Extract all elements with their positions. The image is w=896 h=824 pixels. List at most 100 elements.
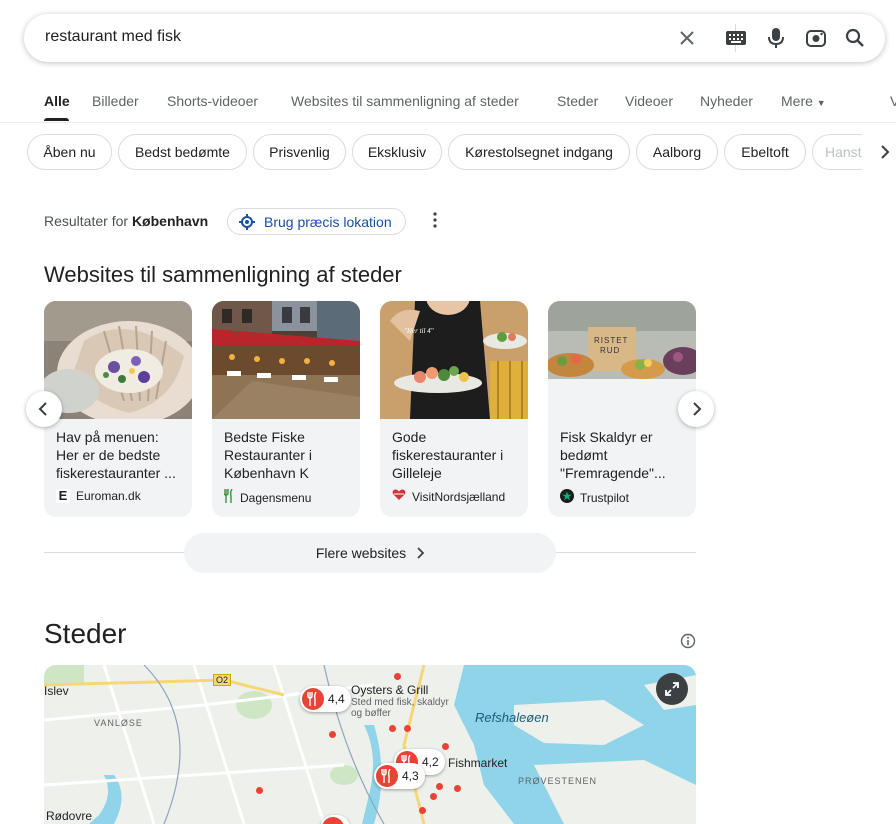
places-section-title: Steder <box>44 618 127 649</box>
map-label-islev: Islev <box>44 684 69 698</box>
card-image-waiter: "Her til 4" <box>380 301 528 419</box>
tab-videoer[interactable]: Videoer <box>625 93 673 109</box>
chevron-right-icon <box>693 402 702 416</box>
search-icon[interactable] <box>843 26 867 50</box>
chip-best-rated[interactable]: Bedst bedømte <box>118 134 247 170</box>
map-dot <box>454 785 461 792</box>
more-options-icon[interactable] <box>428 211 442 229</box>
card-title: Bedste Fiske Restauranter i København K <box>224 429 312 481</box>
fork-knife-favicon-icon <box>223 488 234 506</box>
svg-text:"Her til 4": "Her til 4" <box>404 327 434 335</box>
map-pin-oysters-grill[interactable]: 4,4 <box>300 686 351 712</box>
card-image-terrace <box>212 301 360 419</box>
chevron-right-icon <box>417 547 425 559</box>
card-title: Fisk Skaldyr er bedømt "Fremragende"... <box>560 429 666 481</box>
restaurant-pin-icon <box>302 688 324 710</box>
map-label-vanlose: VANLØSE <box>94 718 143 728</box>
carousel-prev-button[interactable] <box>26 391 62 427</box>
website-card-dagensmenu[interactable]: Bedste Fiske Restauranter i København K … <box>212 301 360 517</box>
map-pin-restaurant[interactable]: 4,3 <box>374 763 425 789</box>
results-city: København <box>131 213 209 229</box>
websites-section-title: Websites til sammenligning af steder <box>44 262 402 287</box>
tab-websites[interactable]: Websites til sammenligning af steder <box>291 93 519 109</box>
map-dot <box>329 731 336 738</box>
chip-hanst[interactable]: Hanst <box>812 134 862 170</box>
chip-open-now[interactable]: Åben nu <box>27 134 112 170</box>
card-title: Hav på menuen: Her er de bedste fiskeres… <box>56 429 176 481</box>
card-source: Trustpilot <box>560 489 629 506</box>
card-source-name: Trustpilot <box>580 490 629 505</box>
map-dot <box>404 725 411 732</box>
card-source: Dagensmenu <box>223 488 312 506</box>
svg-text:RUD: RUD <box>600 346 620 355</box>
heart-favicon-icon <box>392 489 406 504</box>
results-prefix: Resultater for <box>44 213 129 229</box>
pin-description: Sted med fisk, skaldyr og bøffer <box>351 697 449 719</box>
tab-nyheder[interactable]: Nyheder <box>700 93 753 109</box>
search-tabs: Alle Billeder Shorts-videoer Websites ti… <box>0 80 896 123</box>
expand-icon <box>665 682 679 696</box>
pin-label-fishmarket: Fishmarket <box>448 756 508 770</box>
clear-icon[interactable] <box>675 26 699 50</box>
search-input[interactable]: restaurant med fisk <box>45 28 181 46</box>
chip-aalborg[interactable]: Aalborg <box>636 134 718 170</box>
tab-v[interactable]: V <box>890 93 896 109</box>
chip-budget[interactable]: Prisvenlig <box>253 134 346 170</box>
tab-steder[interactable]: Steder <box>557 93 598 109</box>
card-source-name: Euroman.dk <box>76 489 141 503</box>
map-dot <box>419 807 426 814</box>
lens-icon[interactable] <box>804 26 828 50</box>
route-shield: O2 <box>213 674 231 686</box>
restaurant-pin-icon <box>322 817 344 824</box>
website-card-visitnordsjaelland[interactable]: "Her til 4" Gode fiskerestauranter i Gil… <box>380 301 528 517</box>
carousel-next-button[interactable] <box>678 391 714 427</box>
map-dot <box>430 793 437 800</box>
caret-down-icon: ▼ <box>816 98 826 108</box>
chip-ebeltoft[interactable]: Ebeltoft <box>724 134 806 170</box>
pin-rating: 4,3 <box>402 769 419 783</box>
search-box[interactable]: restaurant med fisk <box>24 14 885 62</box>
active-tab-indicator <box>44 118 69 121</box>
pin-rating: 4,2 <box>422 755 439 769</box>
map-label-provestenen: PRØVESTENEN <box>518 776 598 786</box>
map-dot <box>389 725 396 732</box>
chip-exclusive[interactable]: Eksklusiv <box>352 134 442 170</box>
map-expand-button[interactable] <box>656 673 688 705</box>
precise-location-button[interactable]: Brug præcis lokation <box>227 208 406 235</box>
card-image-food-box: RISTET RUD <box>548 301 696 419</box>
pin-label-oysters-grill: Oysters & Grill Sted med fisk, skaldyr o… <box>351 684 451 719</box>
map-label-refshaleoen: Refshaleøen <box>475 710 549 725</box>
tab-mere[interactable]: Mere ▼ <box>781 93 826 109</box>
chip-wheelchair[interactable]: Kørestolsegnet indgang <box>448 134 630 170</box>
website-card-trustpilot[interactable]: RISTET RUD Fisk Skaldyr er bedømt "Fremr… <box>548 301 696 517</box>
chips-next-icon[interactable] <box>878 144 892 160</box>
map-label-rodovre: Rødovre <box>46 809 93 823</box>
restaurant-pin-icon <box>376 765 398 787</box>
card-source-name: VisitNordsjælland <box>412 489 506 504</box>
card-title: Gode fiskerestauranter i Gilleleje <box>392 429 504 481</box>
card-image-scallop <box>44 301 192 425</box>
keyboard-icon[interactable] <box>724 26 748 50</box>
places-map[interactable]: Islev VANLØSE Rødovre Refshaleøen PRØVES… <box>44 665 696 824</box>
precise-location-label: Brug præcis lokation <box>264 213 392 230</box>
trustpilot-favicon-icon <box>560 489 574 506</box>
card-source-name: Dagensmenu <box>240 490 312 505</box>
map-dot <box>394 673 401 680</box>
tab-billeder[interactable]: Billeder <box>92 93 139 109</box>
microphone-icon[interactable] <box>764 26 788 50</box>
more-websites-button[interactable]: Flere websites <box>184 533 556 573</box>
card-source: E Euroman.dk <box>56 489 141 503</box>
tab-alle[interactable]: Alle <box>44 93 70 109</box>
card-source: VisitNordsjælland <box>392 489 505 504</box>
euroman-favicon-icon: E <box>56 489 70 503</box>
website-card-euroman[interactable]: Hav på menuen: Her er de bedste fiskeres… <box>44 301 192 517</box>
tab-shorts-videoer[interactable]: Shorts-videoer <box>167 93 258 109</box>
more-websites-label: Flere websites <box>315 545 407 561</box>
info-icon[interactable] <box>680 633 696 649</box>
svg-text:RISTET: RISTET <box>594 336 628 345</box>
map-dot <box>436 783 443 790</box>
tab-mere-label: Mere <box>781 93 813 109</box>
map-dot <box>256 787 263 794</box>
location-target-icon <box>239 213 255 230</box>
results-location: Resultater for København <box>44 213 208 229</box>
